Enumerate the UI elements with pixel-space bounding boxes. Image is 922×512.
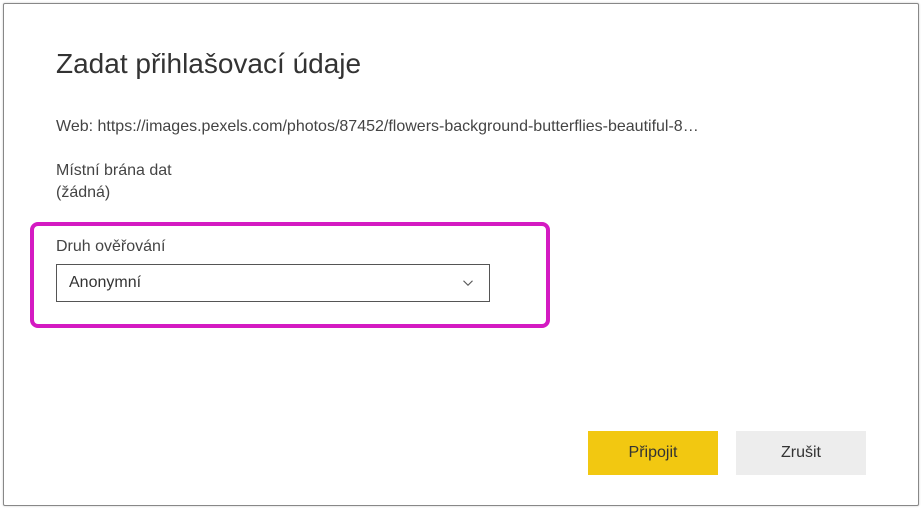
connect-button[interactable]: Připojit	[588, 431, 718, 475]
chevron-down-icon	[459, 274, 477, 292]
dialog-button-row: Připojit Zrušit	[588, 431, 866, 475]
gateway-value: (žádná)	[56, 184, 866, 202]
web-url: https://images.pexels.com/photos/87452/f…	[98, 118, 699, 135]
auth-type-dropdown[interactable]: Anonymní	[56, 264, 490, 302]
gateway-label: Místní brána dat	[56, 162, 866, 180]
auth-type-label: Druh ověřování	[56, 238, 524, 256]
web-label: Web:	[56, 118, 98, 135]
dialog-title: Zadat přihlašovací údaje	[56, 48, 866, 80]
cancel-button[interactable]: Zrušit	[736, 431, 866, 475]
credentials-dialog: Zadat přihlašovací údaje Web: https://im…	[3, 3, 919, 506]
auth-type-selected: Anonymní	[69, 274, 141, 292]
web-source-line: Web: https://images.pexels.com/photos/87…	[56, 118, 866, 136]
auth-section-highlight: Druh ověřování Anonymní	[30, 222, 550, 328]
